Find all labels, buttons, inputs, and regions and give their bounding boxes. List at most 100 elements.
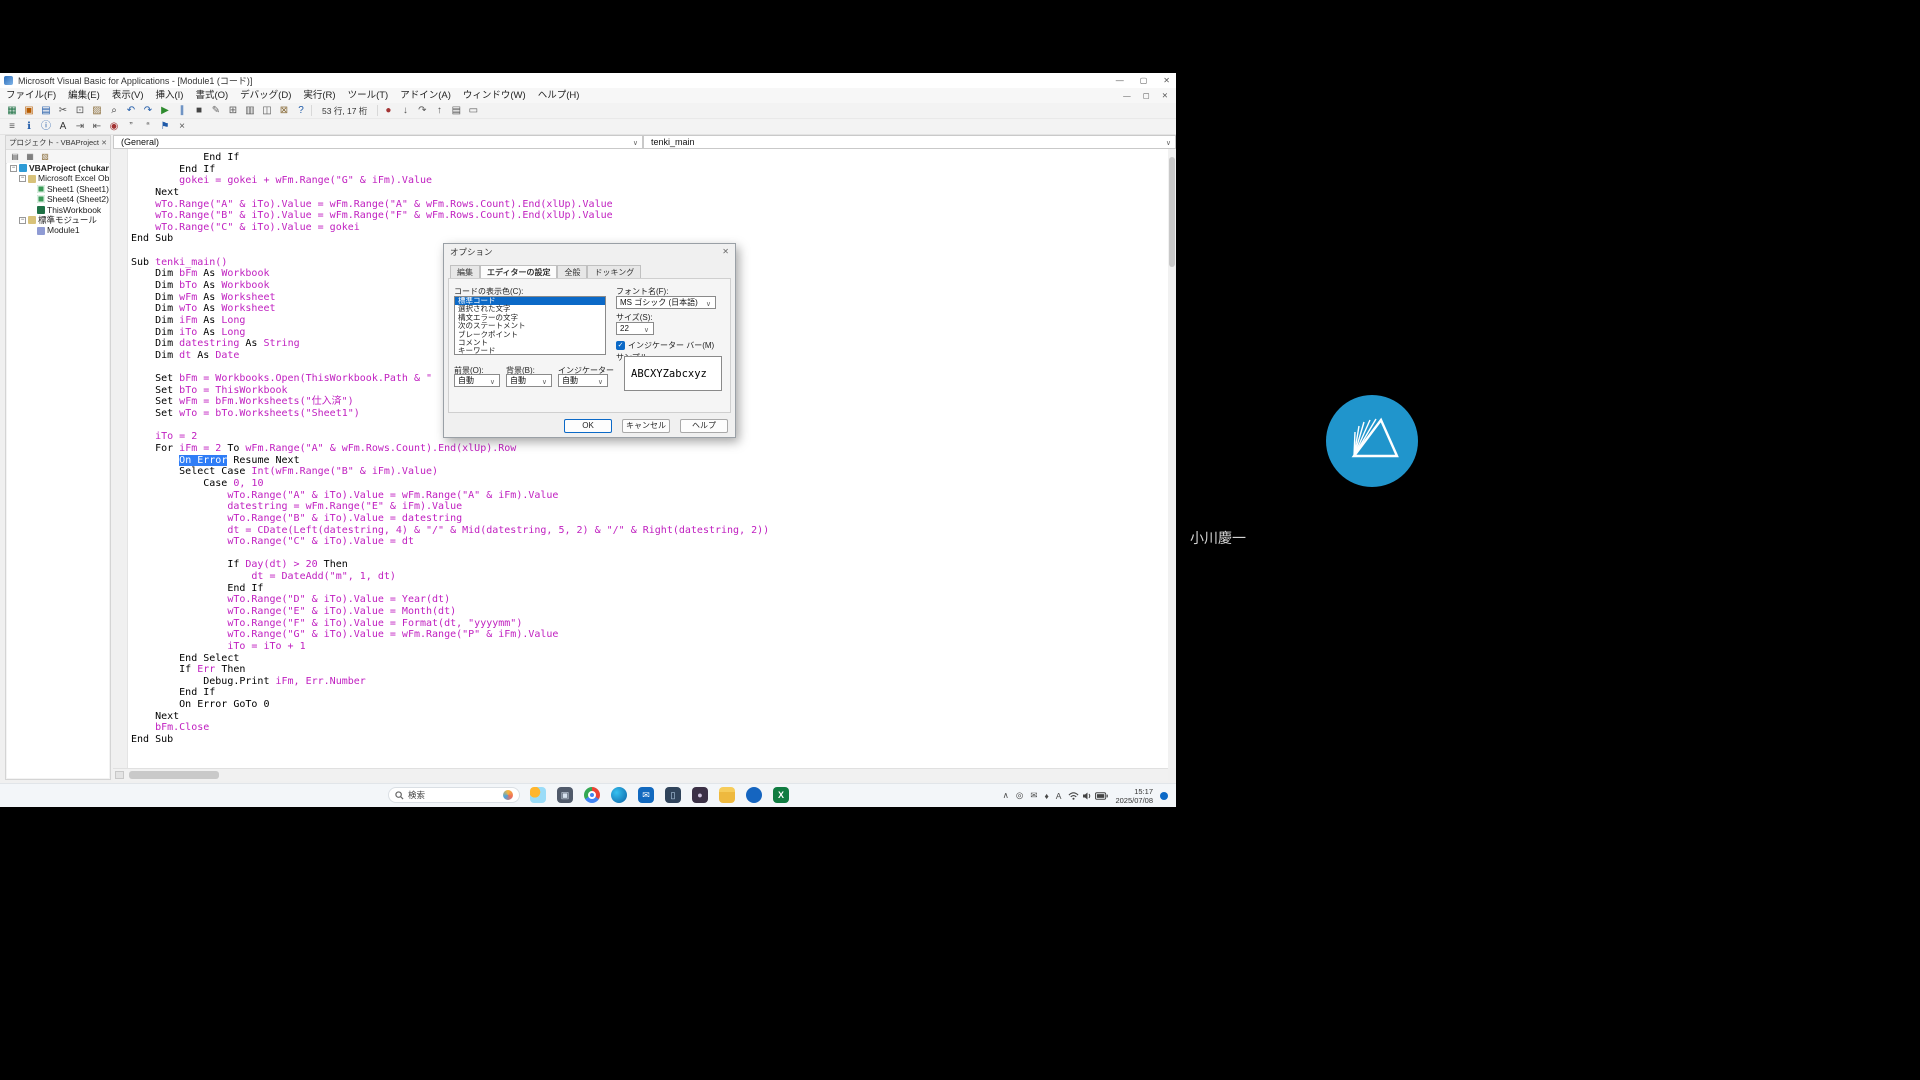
cut-icon[interactable]: ✂ xyxy=(56,104,70,117)
minimize-button[interactable]: — xyxy=(1116,76,1124,85)
tree-item[interactable]: Sheet4 (Sheet2) xyxy=(7,194,109,204)
outdent-icon[interactable]: ⇤ xyxy=(90,120,104,133)
font-dropdown[interactable]: MS ゴシック (日本語) ∨ xyxy=(616,296,716,309)
menu-item[interactable]: アドイン(A) xyxy=(394,88,457,103)
phone-link-icon[interactable]: ▯ xyxy=(665,787,681,803)
tree-item[interactable]: ThisWorkbook xyxy=(7,205,109,215)
collapse-icon[interactable]: − xyxy=(10,165,17,172)
display-color-item[interactable]: キーワード xyxy=(455,347,605,355)
dialog-close-icon[interactable]: ✕ xyxy=(722,247,729,256)
project-explorer-icon[interactable]: ⊞ xyxy=(226,104,240,117)
splitter-box[interactable] xyxy=(115,771,124,779)
hidden-icons-chevron[interactable]: ∧ xyxy=(1003,790,1009,801)
toggle-folders-icon[interactable]: ▧ xyxy=(40,150,50,163)
locals-window-icon[interactable]: ▤ xyxy=(449,104,463,117)
ime-indicator[interactable]: A xyxy=(1056,791,1062,801)
object-dropdown[interactable]: (General) ∨ xyxy=(113,135,643,149)
indicator-bar-checkbox[interactable]: ✓ インジケーター バー(M) xyxy=(616,340,714,351)
procedure-dropdown[interactable]: tenki_main ∨ xyxy=(643,135,1176,149)
code-editor[interactable]: End If End If gokei = gokei + wFm.Range(… xyxy=(113,149,1168,768)
edge-icon[interactable] xyxy=(611,787,627,803)
insert-userform-icon[interactable]: ▣ xyxy=(22,104,36,117)
copy-icon[interactable]: ⊡ xyxy=(73,104,87,117)
file-explorer-icon[interactable] xyxy=(719,787,735,803)
size-dropdown[interactable]: 22 ∨ xyxy=(616,322,654,335)
menu-item[interactable]: 挿入(I) xyxy=(149,88,189,103)
quick-info-icon[interactable]: ℹ xyxy=(22,120,36,133)
step-into-icon[interactable]: ↓ xyxy=(398,104,412,117)
collapse-icon[interactable]: − xyxy=(19,217,26,224)
breakpoint-icon[interactable]: ● xyxy=(381,104,395,117)
view-excel-icon[interactable]: ▦ xyxy=(5,104,19,117)
indent-icon[interactable]: ⇥ xyxy=(73,120,87,133)
vertical-scrollbar[interactable] xyxy=(1168,149,1176,768)
edge-profile-icon[interactable] xyxy=(746,787,762,803)
step-out-icon[interactable]: ↑ xyxy=(432,104,446,117)
design-mode-icon[interactable]: ✎ xyxy=(209,104,223,117)
view-object-icon[interactable]: ▦ xyxy=(25,150,35,163)
mdi-restore-button[interactable]: ▢ xyxy=(1143,91,1150,100)
menu-item[interactable]: ファイル(F) xyxy=(0,88,62,103)
reset-icon[interactable]: ■ xyxy=(192,104,206,117)
taskbar-search[interactable]: 検索 xyxy=(388,787,520,803)
complete-word-icon[interactable]: A xyxy=(56,120,70,133)
dialog-tab[interactable]: エディターの設定 xyxy=(480,265,557,278)
immediate-window-icon[interactable]: ▭ xyxy=(466,104,480,117)
maximize-button[interactable]: ▢ xyxy=(1140,76,1148,85)
dialog-tab[interactable]: 全般 xyxy=(557,265,587,278)
status-cluster[interactable] xyxy=(1068,791,1108,801)
list-properties-icon[interactable]: ≡ xyxy=(5,120,19,133)
outlook-icon[interactable]: ✉ xyxy=(638,787,654,803)
parameter-info-icon[interactable]: ⓘ xyxy=(39,120,53,133)
view-code-icon[interactable]: ▤ xyxy=(10,150,20,163)
tree-item[interactable]: −標準モジュール xyxy=(7,215,109,225)
mdi-minimize-button[interactable]: — xyxy=(1123,91,1131,100)
horizontal-scrollbar[interactable] xyxy=(113,768,1168,781)
clear-bookmarks-icon[interactable]: × xyxy=(175,120,189,133)
undo-icon[interactable]: ↶ xyxy=(124,104,138,117)
menu-item[interactable]: 書式(O) xyxy=(189,88,234,103)
notification-badge[interactable] xyxy=(1160,792,1168,800)
step-over-icon[interactable]: ↷ xyxy=(415,104,429,117)
project-explorer-close-icon[interactable]: ✕ xyxy=(101,139,107,147)
object-browser-icon[interactable]: ◫ xyxy=(260,104,274,117)
comment-block-icon[interactable]: ” xyxy=(124,120,138,133)
menu-item[interactable]: 表示(V) xyxy=(106,88,150,103)
uncomment-block-icon[interactable]: “ xyxy=(141,120,155,133)
menu-item[interactable]: デバッグ(D) xyxy=(234,88,297,103)
tree-item[interactable]: Sheet1 (Sheet1) xyxy=(7,184,109,194)
ok-button[interactable]: OK xyxy=(564,419,612,433)
toggle-breakpoint-icon[interactable]: ◉ xyxy=(107,120,121,133)
hscroll-thumb[interactable] xyxy=(129,771,219,779)
github-desktop-icon[interactable]: ● xyxy=(692,787,708,803)
collapse-icon[interactable]: − xyxy=(19,175,26,182)
tree-item[interactable]: −VBAProject (chukan.x xyxy=(7,163,109,173)
mail-tray-icon[interactable]: ✉ xyxy=(1030,790,1037,801)
code-colors-listbox[interactable]: 標準コード選択された文字構文エラーの文字次のステートメントブレークポイントコメン… xyxy=(454,296,606,355)
foreground-dropdown[interactable]: 自動 ∨ xyxy=(454,374,500,387)
teams-icon[interactable]: ◎ xyxy=(1016,790,1023,801)
help-icon[interactable]: ? xyxy=(294,104,308,117)
redo-icon[interactable]: ↷ xyxy=(141,104,155,117)
menu-item[interactable]: ウィンドウ(W) xyxy=(457,88,532,103)
find-icon[interactable]: ⌕ xyxy=(107,104,121,117)
save-icon[interactable]: ▤ xyxy=(39,104,53,117)
paste-icon[interactable]: ▨ xyxy=(90,104,104,117)
indicator-dropdown[interactable]: 自動 ∨ xyxy=(558,374,608,387)
close-button[interactable]: ✕ xyxy=(1163,76,1170,85)
tree-item[interactable]: Module1 xyxy=(7,225,109,235)
taskbar-clock[interactable]: 15:17 2025/07/08 xyxy=(1115,787,1153,805)
mdi-close-button[interactable]: ✕ xyxy=(1162,91,1168,100)
security-tray-icon[interactable]: ♦ xyxy=(1044,791,1048,801)
dialog-tab[interactable]: 編集 xyxy=(450,265,480,278)
bookmark-icon[interactable]: ⚑ xyxy=(158,120,172,133)
background-dropdown[interactable]: 自動 ∨ xyxy=(506,374,552,387)
excel-icon[interactable]: X xyxy=(773,787,789,803)
help-button[interactable]: ヘルプ xyxy=(680,419,728,433)
menu-item[interactable]: 実行(R) xyxy=(297,88,341,103)
cancel-button[interactable]: キャンセル xyxy=(622,419,670,433)
menu-item[interactable]: ツール(T) xyxy=(342,88,395,103)
dialog-tab[interactable]: ドッキング xyxy=(587,265,641,278)
run-icon[interactable]: ▶ xyxy=(158,104,172,117)
menu-item[interactable]: ヘルプ(H) xyxy=(532,88,586,103)
